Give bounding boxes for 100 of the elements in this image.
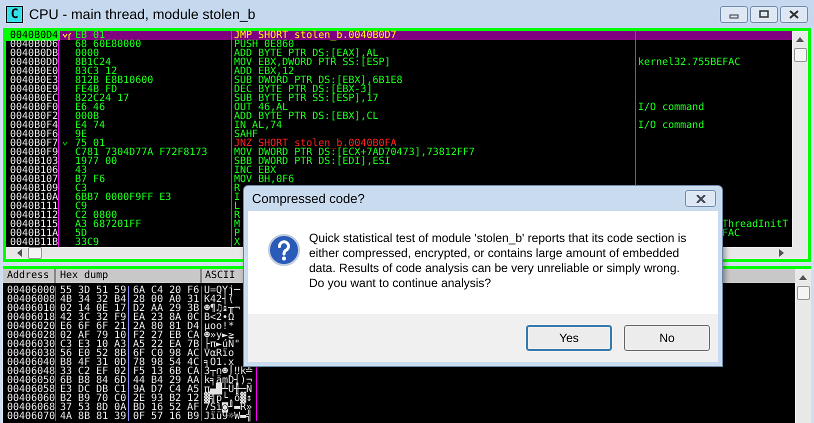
hex-bytes: 75 01 <box>75 138 106 149</box>
close-icon <box>788 10 800 18</box>
vertical-scrollbar[interactable] <box>792 31 808 259</box>
hex-bytes: B7 F6 <box>75 174 106 185</box>
dialog-message: Quick statistical test of module 'stolen_b' reports that its code section is either compressed, encrypted, or contains large amount of embedded data. Results of code analysis can be very unreliable or simply wrong. Do you want to continue analysis? <box>309 231 688 291</box>
close-button[interactable] <box>780 6 808 22</box>
hex-bytes: 6F C0 98 AC <box>133 348 200 359</box>
address-cell: 00406050 <box>7 375 56 386</box>
hex-bytes: 2E 93 B2 12 <box>133 393 200 404</box>
instruction-text: INC EBX <box>234 165 276 176</box>
hex-bytes: 43 <box>75 165 88 176</box>
hex-bytes: C2 0800 <box>75 210 118 221</box>
address-cell: 00406070 <box>7 411 56 422</box>
address-cell-text: 0040B0E9 <box>9 84 60 95</box>
instruction-text: MOV BH,0F6 <box>234 174 294 185</box>
hex-bytes: 33 C2 EF 02 <box>60 366 126 377</box>
address-cell: 00406018 <box>7 312 56 323</box>
close-button[interactable] <box>685 190 716 207</box>
vertical-scrollbar[interactable] <box>795 269 811 423</box>
address-cell-text: 0040B0F7 <box>9 138 60 149</box>
ascii-text: K42┤( <box>204 294 234 305</box>
address-cell: 00406048 <box>7 366 56 377</box>
address-cell: 00406030 <box>7 339 56 350</box>
scroll-thumb[interactable] <box>28 247 42 259</box>
instruction-text: X <box>234 237 240 248</box>
comment-text: ThreadInitT <box>722 219 788 230</box>
column-header[interactable]: Address <box>3 269 56 283</box>
hex-bytes: 78 98 54 4C <box>133 357 200 368</box>
hex-bytes: EA 23 8A 0C <box>133 312 200 323</box>
scroll-thumb[interactable] <box>796 286 810 300</box>
instruction-text: P <box>234 228 240 239</box>
hex-bytes: 4A 8B 81 39 <box>60 411 126 422</box>
close-icon <box>696 194 706 202</box>
address-cell-text: 0040B0DD <box>9 57 60 68</box>
dialog-button[interactable]: No <box>624 325 710 351</box>
instruction-text: SBB DWORD PTR DS:[EDI],ESI <box>234 156 391 167</box>
hex-bytes: 2A 80 81 D4 <box>133 321 200 332</box>
hex-bytes: 9A D7 C4 A5 <box>133 384 200 395</box>
address-cell: 00406020 <box>7 321 56 332</box>
left-arrow-icon[interactable] <box>17 249 22 257</box>
address-cell-text: 0040B11B <box>9 237 60 248</box>
column-header[interactable]: Hex dump <box>56 269 202 283</box>
ascii-text: Jïü9☼W▬╣ <box>204 411 252 422</box>
minimize-button[interactable] <box>720 6 748 22</box>
address-cell-text: 0040B0F2 <box>9 111 60 122</box>
hex-bytes: C781 7304D77A F72F8173 <box>75 147 208 158</box>
address-cell: 00406068 <box>7 402 56 413</box>
hex-bytes: E6 6F 6F 21 <box>60 321 126 332</box>
hex-bytes: A3 687201FF <box>75 219 142 230</box>
hex-bytes: C3 E3 10 A3 <box>60 339 126 350</box>
instruction-text: ADD BYTE PTR DS:[EAX],AL <box>234 48 378 59</box>
comment-text: I/O command <box>638 102 704 113</box>
hex-bytes: 56 E0 52 8B <box>60 348 126 359</box>
address-cell: 0040B0D4 <box>6 30 60 41</box>
selected-row[interactable]: 0040B0D4 EB 01 JMP SHORT stolen_b.0040B0D7 <box>6 31 792 40</box>
address-cell-text: 0040B115 <box>9 219 60 230</box>
instruction-text: I <box>234 192 240 203</box>
hex-bytes: 822C24 17 <box>75 93 130 104</box>
hex-bytes: 6B B8 84 6D <box>60 375 126 386</box>
address-cell-text: 0040B0F6 <box>9 129 60 140</box>
instruction-text: L <box>234 201 240 212</box>
hex-bytes: B8 4F 31 0D <box>60 357 126 368</box>
hex-bytes: 8B1C24 <box>75 57 112 68</box>
hex-bytes: 5D <box>75 228 88 239</box>
scroll-thumb[interactable] <box>794 48 806 62</box>
ascii-text: U=QYj─ <box>204 285 240 296</box>
instruction-text: MOV EBX,DWORD PTR SS:[ESP] <box>234 57 391 68</box>
maximize-icon <box>758 10 770 18</box>
address-cell: 00406058 <box>7 384 56 395</box>
ascii-text: B<2∙Ω <box>204 312 234 323</box>
up-arrow-icon[interactable] <box>796 37 804 42</box>
comment-text: FAC <box>722 228 740 239</box>
hex-bytes: 812B E8B10600 <box>75 75 154 86</box>
hex-bytes: 1977 00 <box>75 156 118 167</box>
window-title: CPU - main thread, module stolen_b <box>29 4 256 24</box>
instruction-text: R <box>234 183 240 194</box>
hex-bytes: 000B <box>75 111 100 122</box>
address-cell-text: 0040B10A <box>9 192 60 203</box>
right-arrow-icon[interactable] <box>779 249 784 257</box>
ascii-text: ☻¶♫↨╥¬ <box>204 303 240 314</box>
maximize-button[interactable] <box>750 6 778 22</box>
instruction-text: OUT 46,AL <box>234 102 288 113</box>
address-cell-text: 0040B109 <box>9 183 60 194</box>
address-cell: 00406038 <box>7 348 56 359</box>
hex-bytes: 02 14 0E 17 <box>60 303 126 314</box>
dialog-button[interactable]: Yes <box>526 325 612 351</box>
up-arrow-icon[interactable] <box>799 275 807 280</box>
comment-text: kernel32.755BEFAC <box>638 57 740 68</box>
address-cell-text: 0040B0E3 <box>9 75 60 86</box>
hex-bytes: EB 01 <box>75 30 106 41</box>
hex-bytes: A5 22 EA 7B <box>133 339 200 350</box>
instruction-text: JMP SHORT stolen_b.0040B0D7 <box>234 30 397 41</box>
hex-bytes: 4B 34 32 B4 <box>60 294 126 305</box>
hex-bytes: F2 27 EB CA <box>133 330 200 341</box>
hex-bytes: FE4B FD <box>75 84 118 95</box>
hex-bytes: C3 <box>75 183 88 194</box>
hex-bytes: BD 16 52 AF <box>133 402 200 413</box>
instruction-text: R <box>234 210 240 221</box>
instruction-text: SAHF <box>234 129 258 140</box>
hex-bytes: 37 53 8D 0A <box>60 402 126 413</box>
